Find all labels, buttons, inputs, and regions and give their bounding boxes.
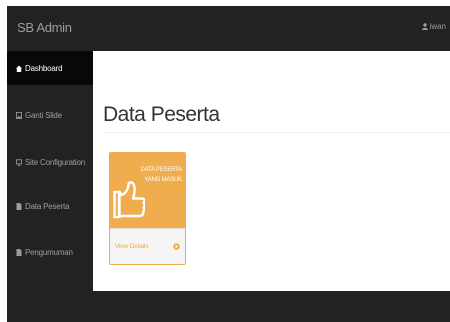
title-divider — [103, 132, 450, 133]
sidebar-item-label: Pengumuman — [25, 247, 73, 257]
user-menu[interactable]: iwan — [421, 22, 446, 31]
panel-heading: DATA PESERTA YANG MASUK — [110, 153, 185, 228]
panel-title-line-2: YANG MASUK — [144, 177, 182, 183]
app-window: SB Admin iwan Dashboard Ganti Slide Site… — [7, 6, 450, 322]
user-name: iwan — [429, 22, 446, 31]
sidebar: Dashboard Ganti Slide Site Configuration… — [7, 51, 93, 291]
brand-link[interactable]: SB Admin — [17, 20, 72, 35]
dashboard-icon — [16, 65, 22, 72]
desktop-icon — [16, 158, 22, 166]
sidebar-item-pengumuman[interactable]: Pengumuman — [7, 235, 93, 269]
image-icon — [16, 111, 22, 119]
sidebar-item-data-peserta[interactable]: Data Peserta — [7, 189, 93, 223]
main-content: Data Peserta DATA PESERTA YANG MASUK Vie… — [93, 51, 450, 291]
file-icon — [16, 202, 22, 210]
arrow-circle-right-icon — [173, 243, 180, 250]
sidebar-item-dashboard[interactable]: Dashboard — [7, 51, 93, 85]
sidebar-item-label: Dashboard — [25, 63, 63, 73]
sidebar-item-ganti-slide[interactable]: Ganti Slide — [7, 98, 93, 132]
sidebar-item-label: Site Configuration — [25, 157, 85, 167]
top-navbar: SB Admin iwan — [7, 6, 450, 51]
user-icon — [421, 23, 428, 30]
view-details-label: View Details — [115, 243, 149, 250]
panel-text: DATA PESERTA YANG MASUK — [132, 165, 182, 185]
data-peserta-panel: DATA PESERTA YANG MASUK View Details — [109, 152, 186, 265]
sidebar-item-label: Data Peserta — [25, 201, 70, 211]
page-title: Data Peserta — [103, 103, 220, 126]
sidebar-item-label: Ganti Slide — [25, 110, 62, 120]
view-details-link[interactable]: View Details — [110, 228, 185, 264]
sidebar-item-site-configuration[interactable]: Site Configuration — [7, 145, 93, 179]
file-icon — [16, 248, 22, 256]
panel-title-line-1: DATA PESERTA — [140, 167, 182, 173]
